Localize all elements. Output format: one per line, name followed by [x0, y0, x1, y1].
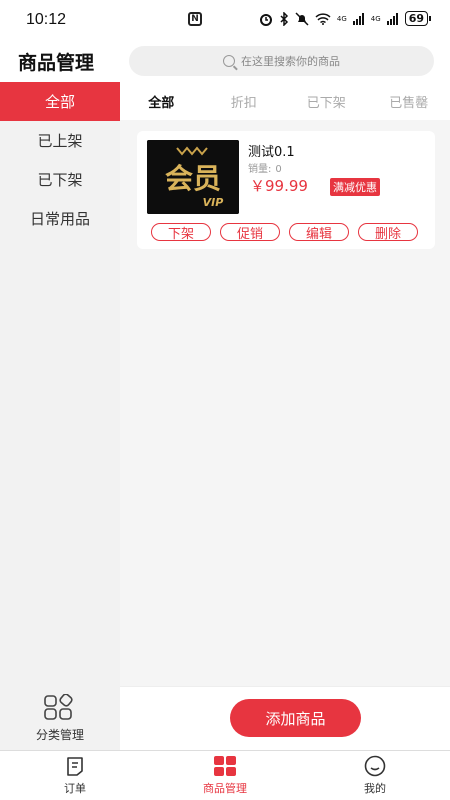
take-down-button[interactable]: 下架 — [151, 223, 211, 242]
add-product-bar: 添加商品 — [120, 686, 450, 750]
sidebar-item-daily-goods[interactable]: 日常用品 — [0, 199, 120, 238]
filter-tabs: 全部 折扣 已下架 已售罄 — [120, 82, 450, 120]
edit-button[interactable]: 编辑 — [289, 223, 349, 242]
main-content: 全部 折扣 已下架 已售罄 会员 VIP 测试0.1 销量: 0 ￥99.99 满… — [120, 82, 450, 686]
bottom-nav: 订单 商品管理 我的 — [0, 750, 450, 800]
signal-2-label: 4G — [370, 14, 381, 23]
search-icon — [223, 55, 235, 67]
header: 商品管理 在这里搜索你的商品 — [0, 40, 450, 82]
tab-all[interactable]: 全部 — [120, 92, 203, 111]
nav-label-profile: 我的 — [364, 782, 386, 795]
signal-icon-2 — [386, 12, 398, 25]
nav-label-products: 商品管理 — [203, 782, 247, 795]
nav-item-orders[interactable]: 订单 — [0, 751, 150, 800]
tab-off-shelf[interactable]: 已下架 — [285, 92, 368, 111]
sidebar-item-off-shelf[interactable]: 已下架 — [0, 160, 120, 199]
product-name: 测试0.1 — [248, 145, 295, 160]
product-image: 会员 VIP — [147, 140, 239, 214]
order-icon — [67, 757, 83, 776]
grid-icon — [214, 756, 236, 776]
promo-badge: 满减优惠 — [330, 178, 380, 196]
nav-item-products[interactable]: 商品管理 — [150, 751, 300, 800]
alarm-icon — [259, 13, 272, 26]
sidebar: 全部 已上架 已下架 日常用品 分类管理 — [0, 82, 120, 750]
mute-icon — [295, 11, 309, 26]
status-icons: 4G 4G 69 — [259, 11, 432, 26]
wifi-icon — [315, 12, 331, 25]
search-input[interactable]: 在这里搜索你的商品 — [129, 46, 434, 76]
promote-button[interactable]: 促销 — [220, 223, 280, 242]
vip-logo-image: 会员 VIP — [147, 140, 239, 214]
sidebar-item-all[interactable]: 全部 — [0, 82, 120, 121]
add-product-button[interactable]: 添加商品 — [230, 699, 361, 737]
tab-discount[interactable]: 折扣 — [203, 92, 286, 111]
category-management-label: 分类管理 — [35, 727, 84, 742]
vip-logo-text: 会员 — [165, 162, 221, 195]
tab-sold-out[interactable]: 已售罄 — [368, 92, 450, 111]
sales-label: 销量: — [248, 164, 272, 175]
product-actions: 下架 促销 编辑 删除 — [151, 223, 418, 242]
sales-value: 0 — [275, 164, 282, 175]
product-price: ￥99.99 — [250, 177, 308, 195]
signal-icon — [352, 12, 364, 25]
profile-icon — [364, 755, 386, 777]
category-management-button[interactable]: 分类管理 — [0, 686, 120, 750]
vip-logo-subtext: VIP — [203, 196, 224, 209]
bluetooth-icon — [280, 11, 288, 26]
sidebar-item-on-shelf[interactable]: 已上架 — [0, 121, 120, 160]
status-bar: 10:12 N 4G 4G 69 — [0, 0, 450, 40]
product-card[interactable]: 会员 VIP 测试0.1 销量: 0 ￥99.99 满减优惠 下架 促销 编辑 删… — [137, 131, 435, 249]
page-title: 商品管理 — [18, 52, 95, 74]
battery-icon: 69 — [404, 11, 432, 26]
status-time: 10:12 — [26, 11, 67, 28]
delete-button[interactable]: 删除 — [358, 223, 418, 242]
signal-1-label: 4G — [336, 14, 347, 23]
category-icon — [44, 693, 73, 720]
product-sales: 销量: 0 — [248, 160, 282, 175]
nav-item-profile[interactable]: 我的 — [300, 751, 450, 800]
search-placeholder: 在这里搜索你的商品 — [241, 55, 340, 68]
nfc-icon: N — [188, 12, 202, 26]
nav-label-orders: 订单 — [64, 782, 86, 795]
